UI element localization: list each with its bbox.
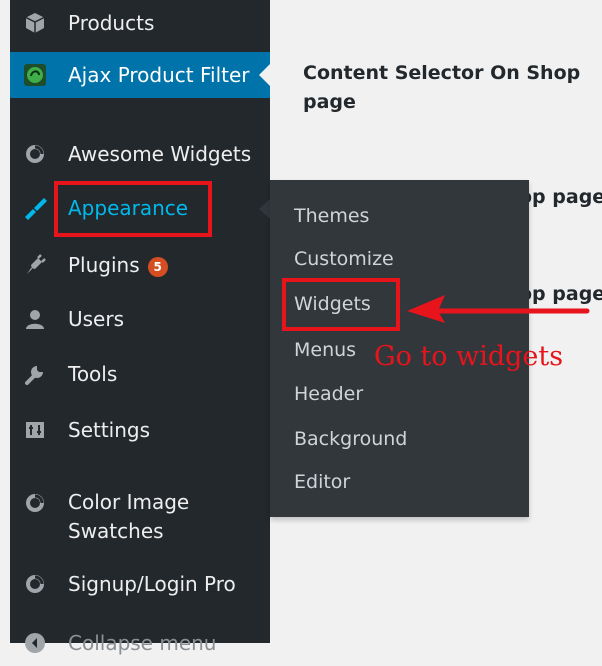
sidebar-item-label: Collapse menu: [68, 631, 217, 655]
submenu-item-themes[interactable]: Themes: [294, 205, 369, 227]
paintbrush-icon: [22, 195, 48, 221]
sidebar-item-signup-login-pro[interactable]: Signup/Login Pro: [10, 561, 270, 607]
submenu-item-background[interactable]: Background: [294, 428, 407, 450]
sidebar-item-label: Users: [68, 307, 125, 331]
plugin-circle-icon: [22, 141, 48, 167]
highlight-box-widgets: [282, 278, 400, 331]
sidebar-collapse-menu[interactable]: Collapse menu: [10, 620, 270, 666]
sidebar-item-label: Plugins 5: [68, 253, 168, 277]
setting-label-partial-1: op page: [519, 186, 602, 208]
setting-label-line1: Content Selector On Shop: [303, 62, 581, 84]
plugin-circle-icon: [22, 571, 48, 597]
submenu-item-editor[interactable]: Editor: [294, 471, 350, 493]
submenu-item-customize[interactable]: Customize: [294, 248, 394, 270]
plugin-circle-icon: [22, 490, 48, 516]
sidebar-item-products[interactable]: Products: [10, 0, 270, 46]
active-indicator-arrow: [259, 64, 270, 86]
sidebar-item-color-image-swatches[interactable]: Color Image Swatches: [10, 482, 270, 546]
sidebar-item-tools[interactable]: Tools: [10, 351, 270, 397]
sidebar-item-plugins[interactable]: Plugins 5: [10, 242, 270, 288]
settings-icon: [22, 417, 48, 443]
sidebar-item-label: Awesome Widgets: [68, 142, 252, 166]
submenu-item-menus[interactable]: Menus: [294, 339, 356, 361]
annotation-text: Go to widgets: [374, 341, 564, 372]
highlight-box-appearance: [54, 181, 212, 237]
sidebar-item-label: Products: [68, 11, 155, 35]
sidebar-item-label: Color Image Swatches: [68, 490, 190, 543]
update-count-badge: 5: [147, 256, 168, 277]
sidebar-item-label: Signup/Login Pro: [68, 572, 236, 596]
sidebar-item-settings[interactable]: Settings: [10, 407, 270, 453]
sidebar-item-label: Tools: [68, 362, 118, 386]
sidebar-item-label: Ajax Product Filter: [68, 63, 250, 87]
sidebar-item-awesome-widgets[interactable]: Awesome Widgets: [10, 131, 270, 177]
submenu-item-header[interactable]: Header: [294, 383, 363, 405]
sidebar-item-label: Settings: [68, 418, 151, 442]
sidebar-item-users[interactable]: Users: [10, 296, 270, 342]
flyout-pointer: [259, 199, 270, 219]
sidebar-item-ajax-product-filter[interactable]: Ajax Product Filter: [10, 52, 270, 98]
user-icon: [22, 306, 48, 332]
left-frame: [0, 0, 10, 643]
arrow-left-icon: [407, 295, 590, 323]
plug-icon: [22, 252, 48, 278]
collapse-icon: [22, 630, 48, 656]
filter-logo-icon: [22, 62, 48, 88]
admin-sidebar: Products Ajax Product Filter Awesome Wid…: [10, 0, 270, 655]
setting-label-line2: page: [303, 91, 356, 113]
wrench-icon: [22, 361, 48, 387]
cube-icon: [22, 10, 48, 36]
